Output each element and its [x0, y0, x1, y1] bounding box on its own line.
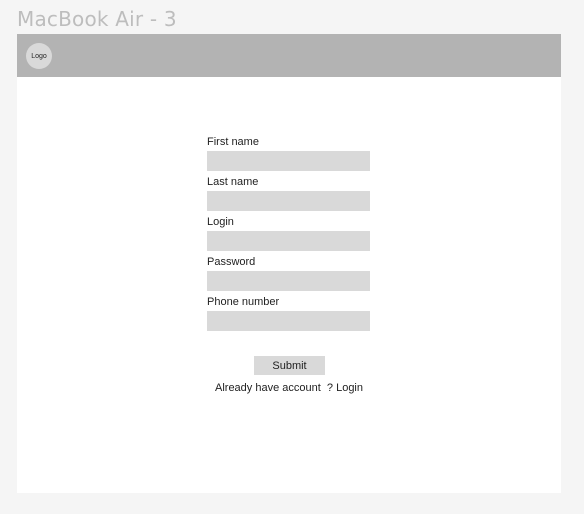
last-name-field[interactable] — [207, 191, 370, 211]
last-name-label: Last name — [207, 176, 259, 188]
first-name-field[interactable] — [207, 151, 370, 171]
page-frame: Logo First name Last name Login Password… — [17, 34, 561, 493]
login-link[interactable]: Login — [336, 382, 363, 394]
login-field[interactable] — [207, 231, 370, 251]
phone-number-label: Phone number — [207, 296, 280, 308]
login-label: Login — [207, 216, 234, 228]
submit-button[interactable]: Submit — [254, 356, 325, 375]
account-prompt-text: Already have account ? — [215, 382, 337, 394]
first-name-label: First name — [207, 136, 259, 148]
registration-form: First name Last name Login Password Phon… — [207, 135, 371, 335]
frame-title: MacBook Air - 3 — [17, 7, 177, 31]
header-bar: Logo — [17, 34, 561, 77]
account-prompt: Already have account ? Login — [187, 382, 391, 394]
logo[interactable]: Logo — [26, 43, 52, 69]
phone-number-field[interactable] — [207, 311, 370, 331]
password-field[interactable] — [207, 271, 370, 291]
password-label: Password — [207, 256, 256, 268]
